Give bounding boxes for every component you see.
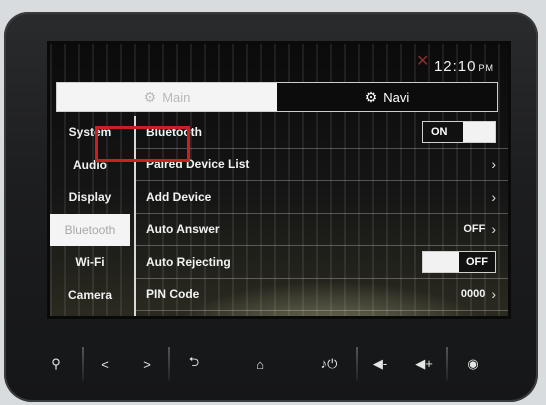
location-pin-icon: ⚲ (51, 356, 61, 371)
home-icon: ⌂ (256, 356, 264, 372)
nav-circle-icon: ◉ (467, 356, 479, 371)
setting-value: 0000 (460, 288, 486, 301)
volume-down-button[interactable]: ◀- (358, 347, 402, 381)
next-icon: > (143, 356, 151, 372)
sidebar-item-display[interactable]: Display (50, 181, 130, 214)
clock-ampm: PM (478, 63, 494, 73)
sidebar-item-label: Bluetooth (64, 222, 116, 237)
sidebar-item-label: Camera (67, 287, 113, 302)
setting-row-pin-code[interactable]: PIN Code 0000 › (136, 279, 508, 311)
chevron-right-icon: › (491, 286, 496, 303)
setting-row-auto-answer[interactable]: Auto Answer OFF › (136, 214, 508, 246)
toggle-fill (463, 121, 495, 142)
tab-main-label: Main (162, 89, 191, 105)
volume-up-icon: ◀+ (415, 356, 433, 371)
setting-row-paired-device-list[interactable]: Paired Device List › (136, 149, 508, 181)
gears-icon: ⚙ (364, 88, 378, 105)
home-button[interactable]: ⌂ (218, 347, 302, 381)
sidebar-item-label: Wi-Fi (75, 255, 105, 270)
gears-icon: ⚙ (143, 88, 157, 105)
setting-row-bluetooth[interactable]: Bluetooth ON (136, 116, 508, 149)
tab-main[interactable]: ⚙ Main (57, 83, 277, 111)
sidebar-item-bluetooth[interactable]: Bluetooth (50, 213, 130, 246)
prev-button[interactable]: < (84, 347, 126, 381)
bluetooth-toggle[interactable]: ON (422, 120, 496, 143)
tab-navi[interactable]: ⚙ Navi (277, 83, 497, 111)
auto-rejecting-toggle[interactable]: OFF (422, 250, 496, 273)
hardware-button-bar: ⚲ < > ⮌ ⌂ ♪⏻ ◀- ◀+ ◉ (30, 344, 516, 384)
sidebar-item-label: Display (68, 190, 112, 205)
setting-row-auto-rejecting[interactable]: Auto Rejecting OFF (136, 246, 508, 279)
chevron-right-icon: › (491, 156, 496, 173)
chevron-right-icon: › (491, 188, 496, 205)
setting-label: Add Device (146, 189, 212, 204)
prev-icon: < (101, 356, 109, 372)
display-screen: ✕ 12:10 PM ⚙ Main ⚙ Navi System Audio Dis… (50, 44, 508, 316)
chevron-right-icon: › (491, 221, 496, 238)
clock: 12:10 PM (434, 58, 494, 75)
toggle-state: ON (423, 121, 463, 142)
tab-navi-label: Navi (383, 89, 410, 105)
setting-label: PIN Code (146, 287, 200, 302)
toggle-state: OFF (459, 251, 495, 272)
back-icon: ⮌ (188, 354, 200, 369)
toggle-fill (423, 251, 459, 272)
location-pin-button[interactable]: ⚲ (30, 347, 82, 381)
volume-down-icon: ◀- (372, 356, 388, 371)
status-bar: ✕ 12:10 PM (50, 44, 508, 80)
setting-row-add-device[interactable]: Add Device › (136, 181, 508, 214)
setting-label: Auto Answer (146, 222, 220, 237)
annotation-highlight-box (95, 126, 190, 162)
sidebar-item-camera[interactable]: Camera (50, 279, 130, 312)
setting-value: OFF (463, 223, 486, 236)
sidebar-item-wifi[interactable]: Wi-Fi (50, 246, 130, 279)
music-power-button[interactable]: ♪⏻ (302, 347, 356, 381)
volume-up-button[interactable]: ◀+ (402, 347, 446, 381)
next-button[interactable]: > (126, 347, 168, 381)
nav-circle-button[interactable]: ◉ (448, 347, 498, 381)
music-power-icon: ♪⏻ (320, 356, 338, 371)
setting-label: Auto Rejecting (146, 254, 231, 269)
bluetooth-settings-list: Bluetooth ON Paired Device List › Add De… (134, 116, 508, 316)
clock-time: 12:10 (433, 58, 477, 75)
top-tabs: ⚙ Main ⚙ Navi (56, 82, 498, 112)
back-button[interactable]: ⮌ (170, 347, 218, 381)
